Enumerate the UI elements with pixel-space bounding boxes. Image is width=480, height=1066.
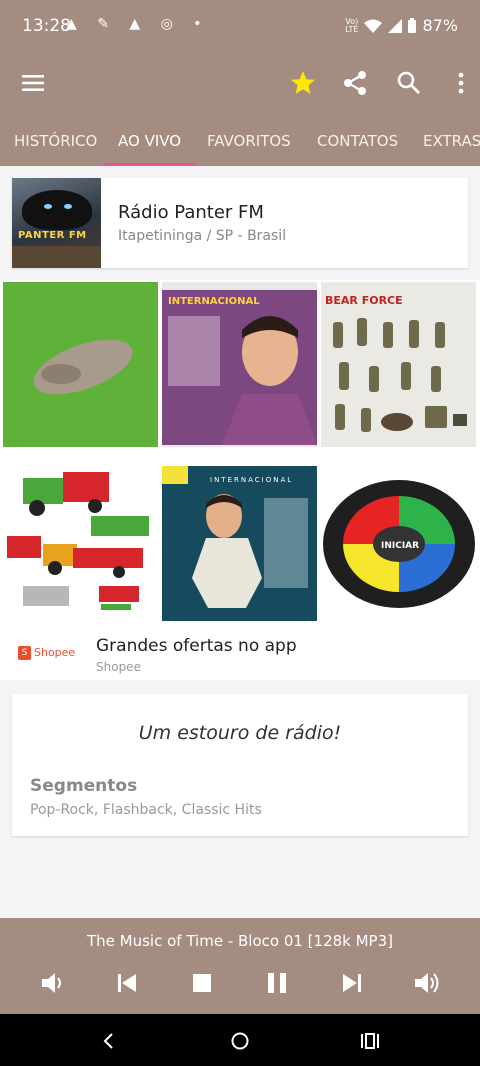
tab-historico[interactable]: HISTÓRICO bbox=[14, 132, 97, 150]
lte-icon: Vo) LTE bbox=[345, 16, 359, 34]
ad-product-tile[interactable] bbox=[3, 458, 158, 623]
tab-ao-vivo[interactable]: AO VIVO bbox=[118, 132, 181, 150]
search-icon[interactable] bbox=[392, 66, 426, 100]
more-vert-icon[interactable] bbox=[444, 66, 478, 100]
tab-favoritos[interactable]: FAVORITOS bbox=[207, 132, 291, 150]
station-slogan: Um estouro de rádio! bbox=[138, 722, 342, 744]
tab-contatos[interactable]: CONTATOS bbox=[317, 132, 398, 150]
app-bar bbox=[0, 52, 480, 116]
status-bar: 13:28 ▲ ✎ ▲ ◎ • Vo) LTE 87% bbox=[0, 0, 480, 52]
nav-recents-icon[interactable] bbox=[359, 1030, 381, 1052]
tab-indicator bbox=[104, 163, 196, 166]
stop-icon[interactable] bbox=[187, 968, 217, 998]
status-right: Vo) LTE 87% bbox=[345, 16, 458, 35]
ad-banner[interactable]: INTERNACIONAL BEAR FORCE INTERNACIONAL I… bbox=[0, 280, 480, 680]
ad-product-tile[interactable]: BEAR FORCE bbox=[321, 282, 476, 447]
ad-product-tile[interactable]: INICIAR bbox=[321, 458, 476, 623]
status-time: 13:28 bbox=[22, 16, 71, 36]
battery-level: 87% bbox=[422, 16, 458, 35]
skip-previous-icon[interactable] bbox=[112, 968, 142, 998]
ad-product-tile[interactable]: INTERNACIONAL bbox=[162, 282, 317, 447]
tab-extras[interactable]: EXTRAS bbox=[423, 132, 480, 150]
system-nav-bar bbox=[0, 1014, 480, 1066]
battery-icon bbox=[408, 18, 417, 33]
ad-tile-caption: INICIAR bbox=[381, 541, 419, 551]
ad-tile-caption: INTERNACIONAL bbox=[210, 476, 293, 484]
star-icon[interactable] bbox=[286, 66, 320, 100]
signal-icon bbox=[388, 18, 403, 33]
share-icon[interactable] bbox=[338, 66, 372, 100]
menu-icon[interactable] bbox=[16, 66, 50, 100]
station-logo: PANTER FM bbox=[12, 178, 101, 268]
segments-title: Segmentos bbox=[30, 776, 138, 796]
skip-next-icon[interactable] bbox=[337, 968, 367, 998]
station-info-card: Um estouro de rádio! Segmentos Pop-Rock,… bbox=[12, 694, 468, 836]
station-location: Itapetininga / SP - Brasil bbox=[118, 228, 287, 244]
station-logo-text: PANTER FM bbox=[18, 230, 87, 241]
notification-icons: ▲ ✎ ▲ ◎ • bbox=[66, 16, 210, 32]
wifi-icon bbox=[364, 19, 383, 33]
ad-headline[interactable]: Grandes ofertas no app bbox=[96, 636, 297, 656]
segments-value: Pop-Rock, Flashback, Classic Hits bbox=[30, 802, 262, 818]
ad-tile-caption: INTERNACIONAL bbox=[168, 296, 260, 307]
volume-down-icon[interactable] bbox=[38, 968, 68, 998]
ad-product-tile[interactable] bbox=[3, 282, 158, 447]
nav-home-icon[interactable] bbox=[229, 1030, 251, 1052]
nav-back-icon[interactable] bbox=[98, 1030, 120, 1052]
shopee-logo: S Shopee bbox=[18, 646, 75, 660]
station-name: Rádio Panter FM bbox=[118, 202, 264, 223]
station-card[interactable]: PANTER FM Rádio Panter FM Itapetininga /… bbox=[12, 178, 468, 268]
volume-up-icon[interactable] bbox=[412, 968, 442, 998]
ad-tile-caption: BEAR FORCE bbox=[325, 294, 403, 307]
ad-advertiser: Shopee bbox=[96, 660, 141, 674]
tab-bar: HISTÓRICO AO VIVO FAVORITOS CONTATOS EXT… bbox=[0, 116, 480, 166]
pause-icon[interactable] bbox=[262, 968, 292, 998]
shopee-bag-icon: S bbox=[18, 646, 31, 660]
player-bar: The Music of Time - Bloco 01 [128k MP3] bbox=[0, 918, 480, 1014]
ad-product-tile[interactable]: INTERNACIONAL bbox=[162, 458, 317, 623]
now-playing-title: The Music of Time - Bloco 01 [128k MP3] bbox=[87, 932, 393, 950]
